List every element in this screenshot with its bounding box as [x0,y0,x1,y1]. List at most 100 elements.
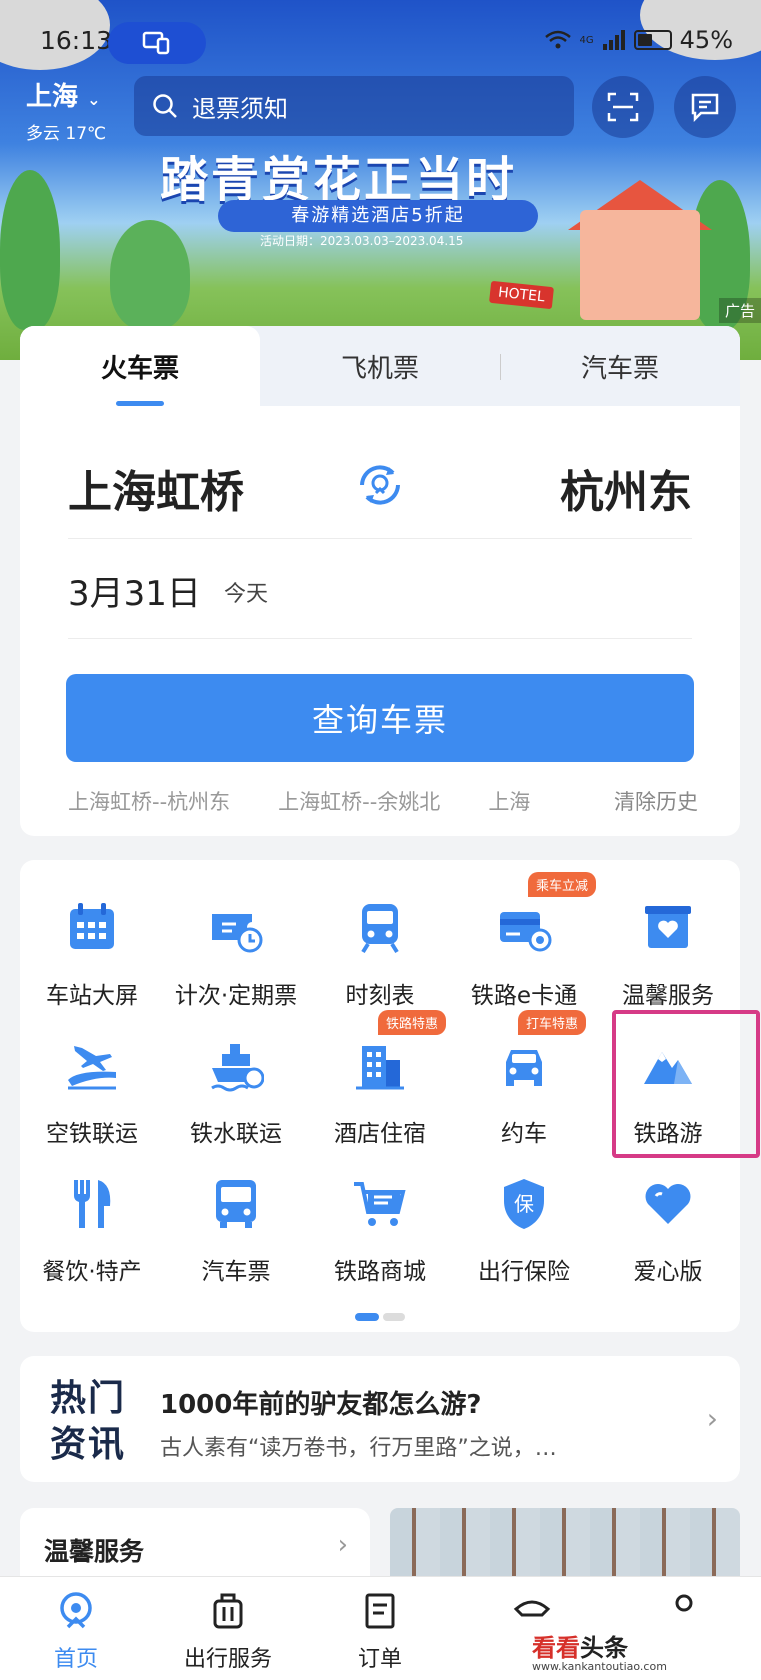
shield-icon: 保 [504,1179,544,1229]
promo-tag: 乘车立减 [528,872,597,897]
system-indicators: 4G 45% [544,26,733,54]
ticket-clock-icon [212,914,263,953]
status-time: 16:13 [40,26,113,55]
hot-news-badge-line: 热门 [50,1378,127,1419]
banner-date: 活动日期：2023.03.03–2023.04.15 [260,234,464,248]
nav-orders[interactable]: 订单 [320,1591,440,1673]
nav-label: 首页 [53,1647,98,1672]
clear-history-button[interactable]: 清除历史 [614,786,698,816]
screen-share-icon [142,31,170,55]
service-food[interactable]: 餐饮·特产 [20,1176,164,1286]
signal-icon [602,30,625,50]
hot-news-card[interactable]: 热门 资讯 1000年前的驴友都怎么游? 古人素有“读万卷书，行万里路”之说，…… [20,1356,740,1482]
fork-knife-icon [73,1180,111,1228]
service-label: 约车 [501,1121,547,1147]
watermark-brand-red: 看看 [532,1634,580,1662]
card-icon [500,912,552,952]
banner-subtitle: 春游精选酒店5折起 [218,200,538,232]
promo-tag: 铁路特惠 [378,1010,447,1035]
service-hotel[interactable]: 酒店住宿 铁路特惠 [308,1010,452,1148]
status-bar: 16:13 4G 45% [0,22,761,64]
tab-divider [500,354,501,380]
promo-tag: 打车特惠 [518,1010,587,1035]
watermark-brand: 看看头条 [532,1628,628,1663]
service-label: 汽车票 [201,1259,271,1285]
query-tickets-button[interactable]: 查询车票 [66,674,694,762]
hot-news-badge: 热门 资讯 [50,1376,130,1468]
service-insurance[interactable]: 保 出行保险 [452,1176,596,1286]
travel-day: 今天 [224,582,269,607]
scan-icon [607,92,639,122]
battery-percent: 45% [679,26,733,54]
service-warm[interactable]: 温馨服务 [596,900,740,1010]
nav-home[interactable]: 首页 [16,1591,136,1673]
history-item[interactable]: 上海虹桥--余姚北 [278,786,440,816]
swap-stations-icon[interactable] [354,459,406,511]
tab-flight[interactable]: 飞机票 [260,326,500,406]
chevron-down-icon: ⌄ [87,90,101,109]
search-bar[interactable]: 退票须知 [134,76,574,136]
history-item[interactable]: 上海虹桥--杭州东 [68,786,230,816]
highlight-box [612,1010,760,1158]
service-label: 时刻表 [345,983,415,1009]
search-icon [153,94,177,118]
scan-button[interactable] [592,76,654,138]
message-icon [691,93,719,123]
search-history: 上海虹桥--杭州东 上海虹桥--余姚北 上海 [68,786,598,816]
cart-icon [354,1182,406,1226]
nav-travel-service[interactable]: 出行服务 [168,1591,288,1673]
service-mall[interactable]: 铁路商城 [308,1176,452,1286]
service-ride-hailing[interactable]: 约车 打车特惠 [452,1010,596,1148]
search-placeholder: 退票须知 [192,94,288,123]
tree-decoration [0,170,60,330]
service-label: 温馨服务 [622,983,714,1009]
tree-decoration [110,220,190,330]
ship-icon [211,1044,265,1092]
news-body: 古人素有“读万卷书，行万里路”之说，… [160,1436,557,1461]
hot-news-badge-line: 资讯 [50,1424,127,1465]
travel-date[interactable]: 3月31日 [68,566,201,615]
service-timetable[interactable]: 时刻表 [308,900,452,1010]
departure-station[interactable]: 上海虹桥 [68,456,244,520]
ticket-tabs: 火车票 飞机票 汽车票 [20,326,740,406]
service-rail-water[interactable]: 铁水联运 [164,1038,308,1148]
service-label: 空铁联运 [46,1121,138,1147]
chevron-right-icon: › [706,1402,718,1435]
message-button[interactable] [674,76,736,138]
house-illustration [580,210,700,320]
service-period-ticket[interactable]: 计次·定期票 [164,900,308,1010]
service-label: 酒店住宿 [334,1121,426,1147]
service-label: 爱心版 [633,1259,703,1285]
service-bus-ticket[interactable]: 汽车票 [164,1176,308,1286]
history-item[interactable]: 上海 [488,786,530,816]
car-icon [506,1050,542,1086]
nav-label: 订单 [357,1647,402,1672]
arrival-station[interactable]: 杭州东 [560,456,692,520]
wifi-icon [544,30,571,49]
service-e-card[interactable]: 铁路e卡通 乘车立减 [452,872,597,1010]
chevron-right-icon: › [337,1530,348,1560]
network-type: 4G [579,34,594,46]
heart-box-icon [645,906,691,948]
watermark-url: www.kankantoutiao.com [532,1660,667,1673]
tab-bus[interactable]: 汽车票 [500,326,740,406]
divider [68,638,692,639]
service-label: 餐饮·特产 [42,1259,142,1285]
warm-service-title: 温馨服务 [44,1537,145,1566]
service-station-screen[interactable]: 车站大屏 [20,900,164,1010]
service-label: 出行保险 [478,1259,570,1285]
service-label: 铁水联运 [190,1121,282,1147]
luggage-icon [213,1593,243,1629]
service-care-mode[interactable]: 爱心版 [596,1176,740,1286]
city-selector[interactable]: 上海 ⌄ 多云 17℃ [26,76,106,144]
service-air-rail[interactable]: 空铁联运 [20,1038,164,1148]
order-icon [365,1593,395,1629]
watermark-brand-black: 头条 [580,1634,628,1662]
service-label: 铁路商城 [334,1259,426,1285]
screen-share-pill[interactable] [108,22,206,64]
ticket-card: 火车票 飞机票 汽车票 上海虹桥 杭州东 3月31日 今天 查询车票 上海虹桥-… [20,326,740,836]
weather-text: 多云 17℃ [26,124,107,144]
watermark: 看看头条 www.kankantoutiao.com [452,1624,722,1680]
tab-train[interactable]: 火车票 [20,326,260,406]
page-dot [383,1313,405,1321]
